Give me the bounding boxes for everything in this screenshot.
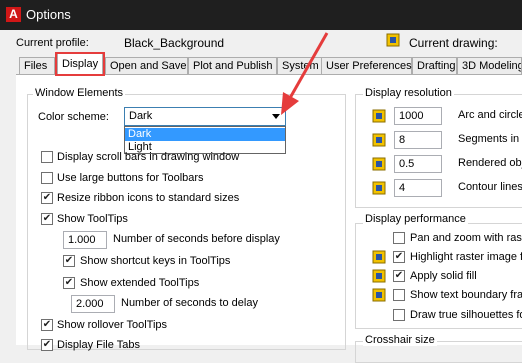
- annotation-arrow-shaft: [288, 32, 329, 99]
- tab-highlight-annotation: [55, 52, 105, 76]
